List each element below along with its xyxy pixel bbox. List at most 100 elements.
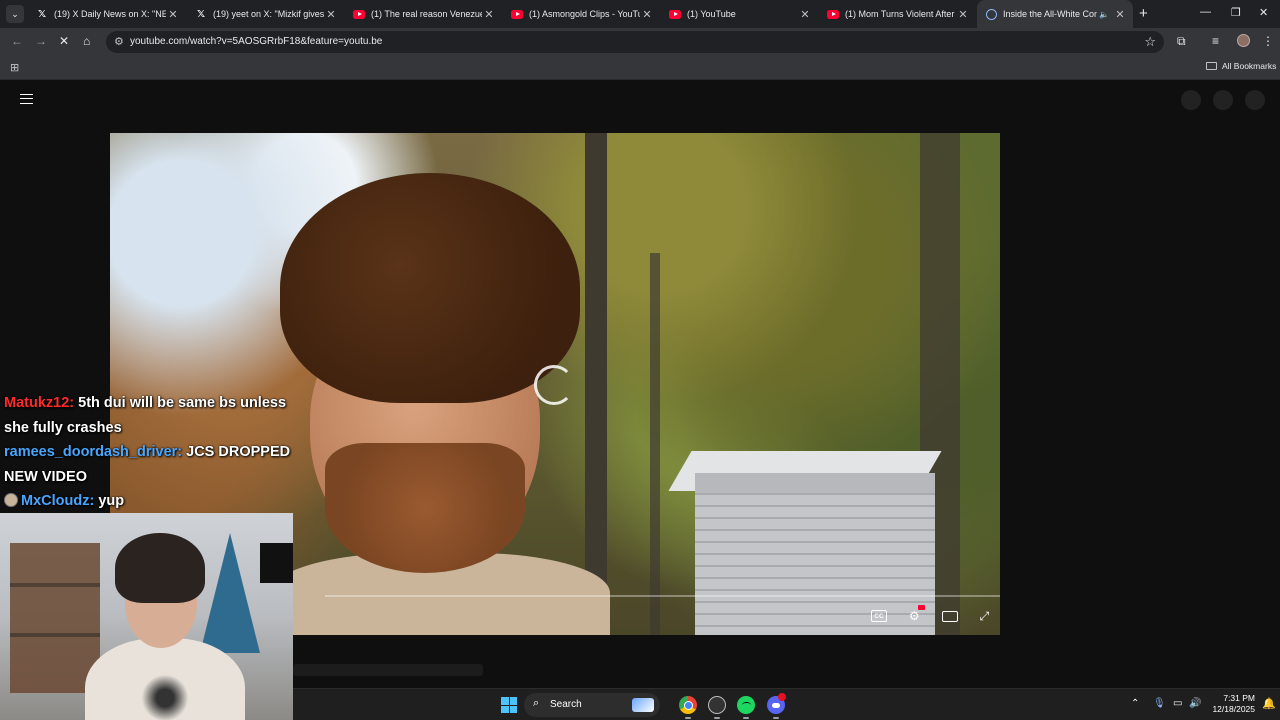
tab-title: (19) yeet on X: "Mizkif gives a s (213, 9, 324, 19)
notification-badge (778, 693, 786, 701)
browser-toolbar: ← → ✕ ⌂ ⚙ youtube.com/watch?v=5AOSGRrbF1… (0, 28, 1280, 56)
create-icon[interactable] (1181, 90, 1201, 110)
hamburger-menu-icon[interactable] (20, 94, 33, 104)
spotify-icon[interactable] (737, 696, 755, 714)
title-placeholder (293, 664, 483, 676)
chat-text: yup (98, 493, 125, 509)
active-indicator (685, 717, 691, 719)
windows-start-icon[interactable] (501, 697, 517, 713)
stop-loading-icon[interactable]: ✕ (59, 34, 69, 48)
youtube-icon (669, 8, 681, 20)
close-icon[interactable]: ✕ (1113, 8, 1127, 21)
stream-chat-overlay: Matukz12: 5th dui will be same bs unless… (4, 391, 314, 514)
system-clock[interactable]: 7:31 PM 12/18/2025 (1211, 693, 1255, 715)
bookmarks-bar: ⊞ All Bookmarks (0, 56, 1280, 80)
network-icon[interactable]: ▭ (1173, 698, 1182, 709)
tab-title: (1) YouTube (687, 9, 736, 19)
folder-icon (1206, 62, 1217, 70)
tab-title: (1) Asmongold Clips - YouTube (529, 9, 640, 19)
restore-icon[interactable]: ❐ (1231, 6, 1241, 19)
microphone-icon[interactable]: 🎙 (1153, 698, 1166, 709)
chevron-down-icon: ⌄ (11, 8, 19, 19)
clock-time: 7:31 PM (1223, 693, 1255, 703)
browser-tab[interactable]: (1) Mom Turns Violent After 5t ✕ (819, 0, 976, 28)
obs-icon[interactable] (708, 696, 726, 714)
address-bar[interactable]: ⚙ youtube.com/watch?v=5AOSGRrbF18&featur… (106, 31, 1164, 53)
loading-spinner (534, 365, 574, 405)
x-icon: 𝕏 (37, 8, 47, 20)
home-icon[interactable]: ⌂ (83, 34, 90, 48)
windows-taskbar: ⌕ Search ⌃ 🎙 ▭ 🔊 7:31 PM 12/18/2025 🔔 (293, 688, 1280, 720)
search-highlight-icon (632, 698, 654, 712)
tab-title: Inside the All-White Comm (1003, 9, 1097, 19)
youtube-icon (827, 8, 839, 20)
taskbar-search-label: Search (550, 699, 582, 710)
video-progress-bar[interactable] (325, 595, 1000, 597)
globe-icon (985, 8, 997, 20)
menu-kebab-icon[interactable]: ⋮ (1262, 34, 1274, 48)
close-icon[interactable]: ✕ (956, 8, 970, 21)
apps-grid-icon[interactable]: ⊞ (10, 61, 19, 74)
bookmark-star-icon[interactable]: ☆ (1144, 34, 1156, 50)
extensions-icon[interactable]: ⧉ (1177, 34, 1186, 49)
chat-badge-icon (4, 493, 18, 507)
chat-username: MxCloudz: (21, 493, 95, 509)
minimize-icon[interactable]: — (1200, 6, 1211, 18)
tab-strip: ⌄ 𝕏 (19) X Daily News on X: "NEWS ✕ 𝕏 (1… (0, 0, 1280, 28)
settings-icon[interactable]: ⚙ (909, 605, 925, 623)
close-icon[interactable]: ✕ (324, 8, 338, 21)
clock-date: 12/18/2025 (1212, 704, 1255, 714)
speaker-icon: 🔈 (1099, 9, 1109, 19)
tab-search-button[interactable]: ⌄ (6, 5, 24, 23)
forward-icon[interactable]: → (35, 34, 47, 48)
chat-message: Matukz12: 5th dui will be same bs unless… (4, 391, 314, 440)
back-icon[interactable]: ← (11, 34, 23, 48)
fullscreen-icon[interactable]: ⤢ (979, 609, 989, 624)
address-url[interactable]: youtube.com/watch?v=5AOSGRrbF18&feature=… (130, 36, 382, 47)
media-controls-icon[interactable]: ≡ (1212, 34, 1219, 48)
close-icon[interactable]: ✕ (798, 8, 812, 21)
chat-username: ramees_doordash_driver: (4, 444, 183, 460)
active-indicator (743, 717, 749, 719)
x-icon: 𝕏 (196, 8, 206, 20)
youtube-icon (511, 8, 523, 20)
close-icon[interactable]: ✕ (166, 8, 180, 21)
profile-avatar[interactable] (1237, 34, 1250, 47)
tab-title: (1) The real reason Venezuela n (371, 9, 482, 19)
chrome-icon[interactable] (679, 696, 697, 714)
close-window-icon[interactable]: ✕ (1259, 6, 1268, 19)
account-avatar[interactable] (1245, 90, 1265, 110)
browser-tab[interactable]: 𝕏 (19) yeet on X: "Mizkif gives a s ✕ (187, 0, 344, 28)
browser-tab[interactable]: 𝕏 (19) X Daily News on X: "NEWS ✕ (28, 0, 186, 28)
notification-bell-icon[interactable]: 🔔 (1262, 697, 1276, 710)
browser-tab[interactable]: (1) Asmongold Clips - YouTube ✕ (503, 0, 660, 28)
search-icon: ⌕ (533, 697, 540, 709)
subtitles-icon[interactable]: CC (870, 610, 887, 622)
theater-mode-icon[interactable] (941, 610, 958, 622)
tray-overflow-icon[interactable]: ⌃ (1131, 698, 1139, 709)
streamer (85, 533, 245, 720)
notifications-icon[interactable] (1213, 90, 1233, 110)
taskbar-search[interactable]: ⌕ Search (524, 693, 660, 717)
all-bookmarks-label: All Bookmarks (1222, 61, 1277, 71)
tab-title: (19) X Daily News on X: "NEWS (54, 9, 166, 19)
browser-tab-active[interactable]: Inside the All-White Comm 🔈 ✕ (977, 0, 1133, 28)
tab-title: (1) Mom Turns Violent After 5t (845, 9, 956, 19)
webcam-overlay (0, 513, 293, 720)
volume-icon[interactable]: 🔊 (1189, 698, 1201, 709)
player-controls: CC ⚙ ⤢ (860, 603, 1000, 629)
browser-tab[interactable]: (1) The real reason Venezuela n ✕ (345, 0, 502, 28)
all-bookmarks-button[interactable]: All Bookmarks (1206, 61, 1276, 71)
browser-tab[interactable]: (1) YouTube ✕ (661, 0, 818, 28)
active-indicator (714, 717, 720, 719)
chat-username: Matukz12: (4, 395, 75, 411)
youtube-icon (353, 8, 365, 20)
active-indicator (773, 717, 779, 719)
close-icon[interactable]: ✕ (640, 8, 654, 21)
site-info-icon[interactable]: ⚙ (114, 35, 124, 48)
close-icon[interactable]: ✕ (482, 8, 496, 21)
hd-badge (917, 605, 925, 610)
chat-message: MxCloudz: yup (4, 489, 314, 514)
new-tab-button[interactable]: + (1139, 5, 1148, 22)
chat-message: ramees_doordash_driver: JCS DROPPED NEW … (4, 440, 314, 489)
